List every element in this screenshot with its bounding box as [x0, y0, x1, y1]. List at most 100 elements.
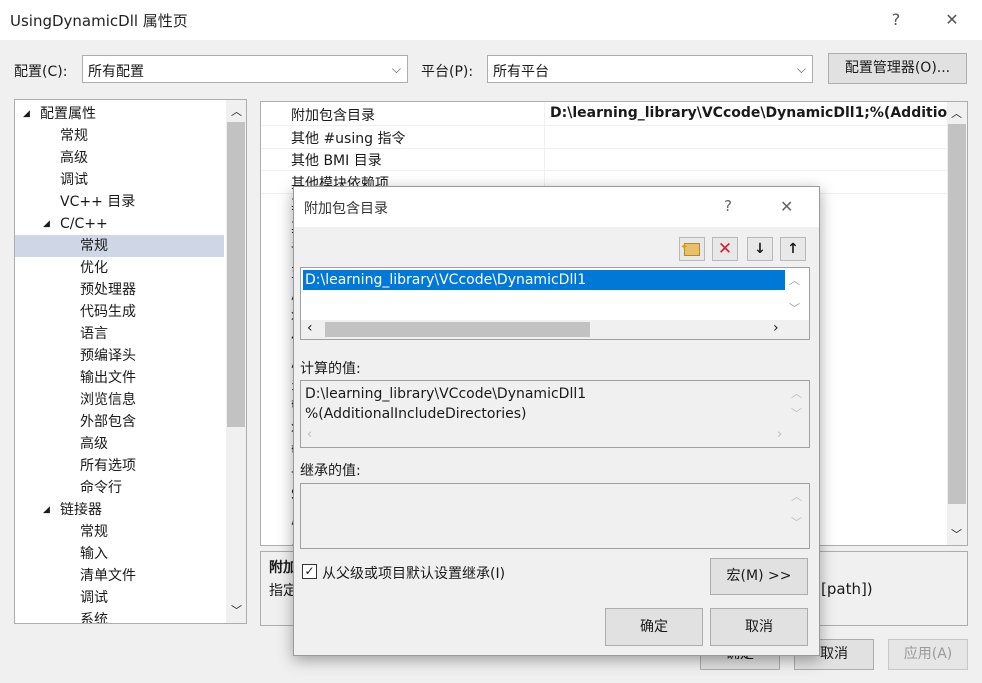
property-name: 其他 #using 指令: [291, 130, 406, 147]
config-combo[interactable]: 所有配置 ⌵: [82, 55, 408, 83]
config-manager-button[interactable]: 配置管理器(O)...: [828, 53, 967, 84]
tree-item[interactable]: 预处理器: [15, 279, 224, 301]
tree-item-label: 常规: [80, 524, 108, 540]
inherited-values: ︿ ﹀: [300, 483, 810, 549]
scroll-down-icon[interactable]: ﹀: [789, 300, 800, 316]
close-button[interactable]: ✕: [938, 8, 966, 32]
scroll-right-icon[interactable]: ›: [773, 320, 779, 336]
dialog-cancel-button[interactable]: 取消: [710, 608, 808, 646]
tree-item[interactable]: 输出文件: [15, 367, 224, 389]
scroll-down-icon[interactable]: ﹀: [951, 526, 962, 542]
tree-item-label: 预编译头: [80, 348, 136, 364]
tree-item-label: C/C++: [60, 216, 108, 232]
title-bar: UsingDynamicDll 属性页 ? ✕: [0, 0, 982, 40]
tree-item[interactable]: 优化: [15, 257, 224, 279]
tree-item-label: 预处理器: [80, 282, 136, 298]
tree-item-label: VC++ 目录: [60, 194, 136, 210]
platform-combo[interactable]: 所有平台 ⌵: [487, 55, 813, 83]
expander-icon[interactable]: ◢: [43, 499, 50, 521]
tree-item[interactable]: 系统: [15, 609, 224, 623]
tree-scroll-thumb[interactable]: [227, 122, 245, 427]
dialog-ok-button[interactable]: 确定: [605, 608, 703, 646]
entry-item[interactable]: D:\learning_library\VCcode\DynamicDll1: [303, 270, 785, 290]
tree-item[interactable]: 调试: [15, 169, 224, 191]
grid-scroll-thumb[interactable]: [948, 124, 966, 504]
tree-item[interactable]: 常规: [15, 125, 224, 147]
tree-item-label: 所有选项: [80, 458, 136, 474]
tree-item[interactable]: 命令行: [15, 477, 224, 499]
column-divider: [544, 125, 545, 148]
expander-icon[interactable]: ◢: [43, 213, 50, 235]
checkmark-icon: ✓: [304, 564, 315, 578]
computed-values: D:\learning_library\VCcode\DynamicDll1 %…: [300, 380, 810, 448]
tree-item[interactable]: ◢ 配置属性: [15, 103, 224, 125]
expander-icon[interactable]: ◢: [23, 103, 30, 125]
move-down-button[interactable]: ↓: [747, 237, 773, 261]
inherit-checkbox-label[interactable]: 从父级或项目默认设置继承(I): [322, 563, 505, 583]
macro-button[interactable]: 宏(M) >>: [710, 558, 808, 595]
property-row[interactable]: 其他 BMI 目录: [261, 148, 947, 171]
dialog-help-button[interactable]: ?: [724, 197, 732, 215]
tree-item[interactable]: 预编译头: [15, 345, 224, 367]
tree-item-label: 高级: [80, 436, 108, 452]
dialog-title-bar: 附加包含目录 ? ✕: [294, 187, 819, 227]
computed-line: %(AdditionalIncludeDirectories): [305, 406, 527, 422]
property-row[interactable]: 附加包含目录 D:\learning_library\VCcode\Dynamic…: [261, 103, 957, 126]
description-tail: [path]): [821, 580, 873, 598]
tree-item[interactable]: ◢ 链接器: [15, 499, 224, 521]
property-name: 其他 BMI 目录: [291, 153, 382, 169]
tree-item-label: 代码生成: [80, 304, 136, 320]
scroll-up-icon: ︿: [791, 387, 802, 400]
delete-button[interactable]: ✕: [712, 237, 738, 261]
tree-item[interactable]: ◢ C/C++: [15, 213, 224, 235]
tree-item[interactable]: 语言: [15, 323, 224, 345]
tree-item-label: 命令行: [80, 480, 122, 496]
tree-item-label: 链接器: [60, 502, 102, 518]
tree-item-label: 优化: [80, 260, 108, 276]
tree-item[interactable]: 浏览信息: [15, 389, 224, 411]
apply-button[interactable]: 应用(A): [888, 639, 968, 670]
arrow-up-icon: ↑: [787, 241, 799, 257]
new-line-icon: ✦: [680, 242, 700, 256]
tree-item[interactable]: 高级: [15, 433, 224, 455]
entries-list[interactable]: D:\learning_library\VCcode\DynamicDll1 ︿…: [300, 267, 810, 340]
tree-scrollbar[interactable]: ︿ ﹀: [226, 100, 246, 623]
tree-item[interactable]: 常规: [15, 521, 224, 543]
tree-item-label: 调试: [80, 590, 108, 606]
tree-item[interactable]: 常规: [15, 235, 224, 257]
property-tree: ◢ 配置属性 常规 高级 调试 VC++ 目录 ◢ C/C++ 常规 优化 预处理器 代码生成 语言 预编…: [14, 99, 247, 624]
entries-hscroll-thumb[interactable]: [325, 322, 590, 337]
config-value: 所有配置: [88, 64, 144, 80]
scroll-right-icon: ›: [777, 427, 783, 442]
property-row[interactable]: 其他 #using 指令: [261, 125, 947, 149]
tree-item-label: 输出文件: [80, 370, 136, 386]
scroll-up-icon[interactable]: ︿: [231, 103, 242, 119]
inherit-checkbox[interactable]: ✓: [302, 564, 317, 579]
scroll-up-icon: ︿: [791, 490, 802, 503]
scroll-left-icon[interactable]: ‹: [307, 320, 313, 336]
tree-item[interactable]: 输入: [15, 543, 224, 565]
tree-item-label: 常规: [80, 238, 108, 254]
scroll-up-icon[interactable]: ︿: [951, 105, 962, 121]
help-button[interactable]: ?: [882, 8, 910, 32]
entries-hscrollbar[interactable]: ‹ ›: [301, 320, 809, 339]
tree-item[interactable]: 所有选项: [15, 455, 224, 477]
tree-item[interactable]: 高级: [15, 147, 224, 169]
tree-item[interactable]: 外部包含: [15, 411, 224, 433]
dialog-close-button[interactable]: ✕: [780, 197, 793, 216]
tree-item[interactable]: 清单文件: [15, 565, 224, 587]
scroll-down-icon[interactable]: ﹀: [231, 602, 242, 618]
new-line-button[interactable]: ✦: [679, 237, 705, 261]
config-label: 配置(C):: [14, 64, 68, 80]
move-up-button[interactable]: ↑: [780, 237, 806, 261]
grid-scrollbar[interactable]: ︿ ﹀: [947, 102, 967, 545]
scroll-down-icon: ﹀: [791, 407, 802, 420]
tree-item[interactable]: 代码生成: [15, 301, 224, 323]
tree-item[interactable]: 调试: [15, 587, 224, 609]
scroll-up-icon[interactable]: ︿: [789, 272, 800, 288]
computed-label: 计算的值:: [300, 361, 361, 377]
tree-item-label: 常规: [60, 128, 88, 144]
tree-item[interactable]: VC++ 目录: [15, 191, 224, 213]
column-divider: [544, 148, 545, 170]
inherited-label: 继承的值:: [300, 463, 361, 479]
